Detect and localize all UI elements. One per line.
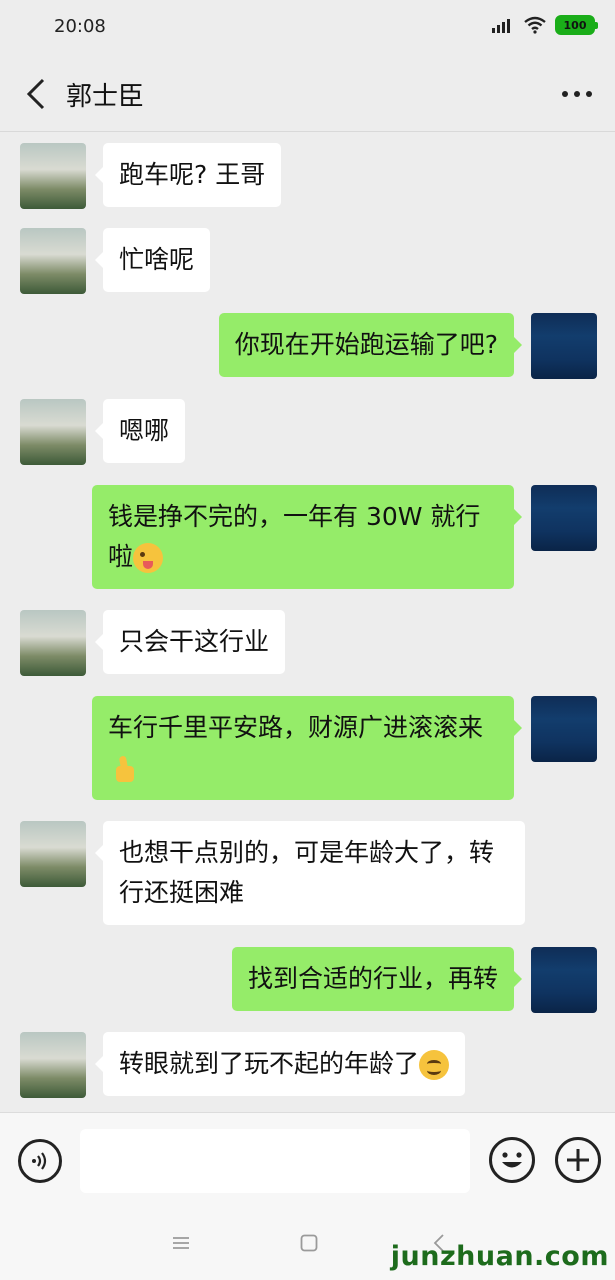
emoji-button[interactable] (489, 1137, 535, 1183)
battery-level: 100 (563, 18, 587, 32)
signal-icon (492, 19, 510, 33)
message-bubble-incoming[interactable]: 嗯哪 (94, 399, 186, 463)
menu-key[interactable] (166, 1228, 196, 1258)
message-text: 车行千里平安路，财源广进滚滚来 (108, 713, 484, 742)
status-time: 20:08 (54, 16, 106, 37)
back-button[interactable] (16, 74, 56, 114)
message-text: 找到合适的行业，再转 (247, 964, 498, 993)
menu-icon (173, 1237, 189, 1249)
chevron-left-icon (26, 78, 45, 110)
message-bubble-outgoing[interactable]: 车行千里平安路，财源广进滚滚来 (92, 696, 522, 800)
message-bubble-outgoing[interactable]: 你现在开始跑运输了吧? (218, 313, 523, 377)
more-options-button[interactable] (557, 74, 597, 114)
contact-avatar[interactable] (20, 610, 86, 676)
status-icons: 100 (491, 15, 598, 35)
my-avatar[interactable] (531, 947, 597, 1013)
message-text: 也想干点别的，可是年龄大了，转 (119, 838, 495, 867)
voice-icon (32, 1152, 47, 1170)
message-bubble-outgoing[interactable]: 找到合适的行业，再转 (231, 947, 523, 1011)
status-bar: 20:08 100 (0, 0, 615, 56)
message-bubble-incoming[interactable]: 只会干这行业 (94, 610, 286, 674)
my-avatar[interactable] (531, 485, 597, 551)
message-text: 跑车呢? 王哥 (119, 160, 266, 189)
home-square-icon (300, 1234, 318, 1252)
message-text-line2: 行还挺困难 (119, 878, 245, 907)
message-bubble-incoming[interactable]: 也想干点别的，可是年龄大了，转 行还挺困难 (95, 821, 525, 925)
message-bubble-incoming[interactable]: 跑车呢? 王哥 (94, 143, 282, 207)
message-text: 你现在开始跑运输了吧? (234, 330, 498, 359)
wifi-icon (524, 16, 546, 34)
message-text: 只会干这行业 (119, 627, 270, 656)
more-dots-icon (562, 91, 592, 97)
system-navigation-bar: junzhuan.com (0, 1206, 615, 1280)
chat-header: 郭士臣 (0, 56, 615, 132)
contact-avatar[interactable] (20, 143, 86, 209)
my-avatar[interactable] (531, 696, 597, 762)
chat-title: 郭士臣 (66, 82, 145, 112)
message-text-line2: 啦 (108, 542, 134, 571)
message-bubble-incoming[interactable]: 忙啥呢 (94, 228, 211, 292)
contact-avatar[interactable] (20, 1032, 86, 1098)
message-text: 嗯哪 (119, 416, 170, 445)
my-avatar[interactable] (531, 313, 597, 379)
message-text: 钱是挣不完的，一年有 30W 就行 (108, 502, 481, 531)
contact-avatar[interactable] (20, 821, 86, 887)
message-text: 转眼就到了玩不起的年龄了 (119, 1049, 420, 1078)
smile-face-emoji (419, 1050, 450, 1080)
more-functions-button[interactable] (555, 1137, 601, 1183)
wink-face-emoji (133, 543, 164, 573)
message-text: 忙啥呢 (119, 245, 195, 274)
watermark: junzhuan.com (390, 1241, 609, 1272)
contact-avatar[interactable] (20, 228, 86, 294)
voice-input-button[interactable] (18, 1139, 62, 1183)
smiley-icon (502, 1152, 522, 1168)
message-bubble-outgoing[interactable]: 钱是挣不完的，一年有 30W 就行 啦 (92, 485, 522, 589)
message-bubble-incoming[interactable]: 转眼就到了玩不起的年龄了 (94, 1032, 466, 1096)
thumbs-up-emoji (108, 754, 138, 784)
battery-icon: 100 (555, 15, 598, 35)
input-bar (0, 1112, 615, 1206)
plus-icon (567, 1149, 589, 1171)
message-input[interactable] (80, 1129, 470, 1193)
contact-avatar[interactable] (20, 399, 86, 465)
home-key[interactable] (294, 1228, 324, 1258)
